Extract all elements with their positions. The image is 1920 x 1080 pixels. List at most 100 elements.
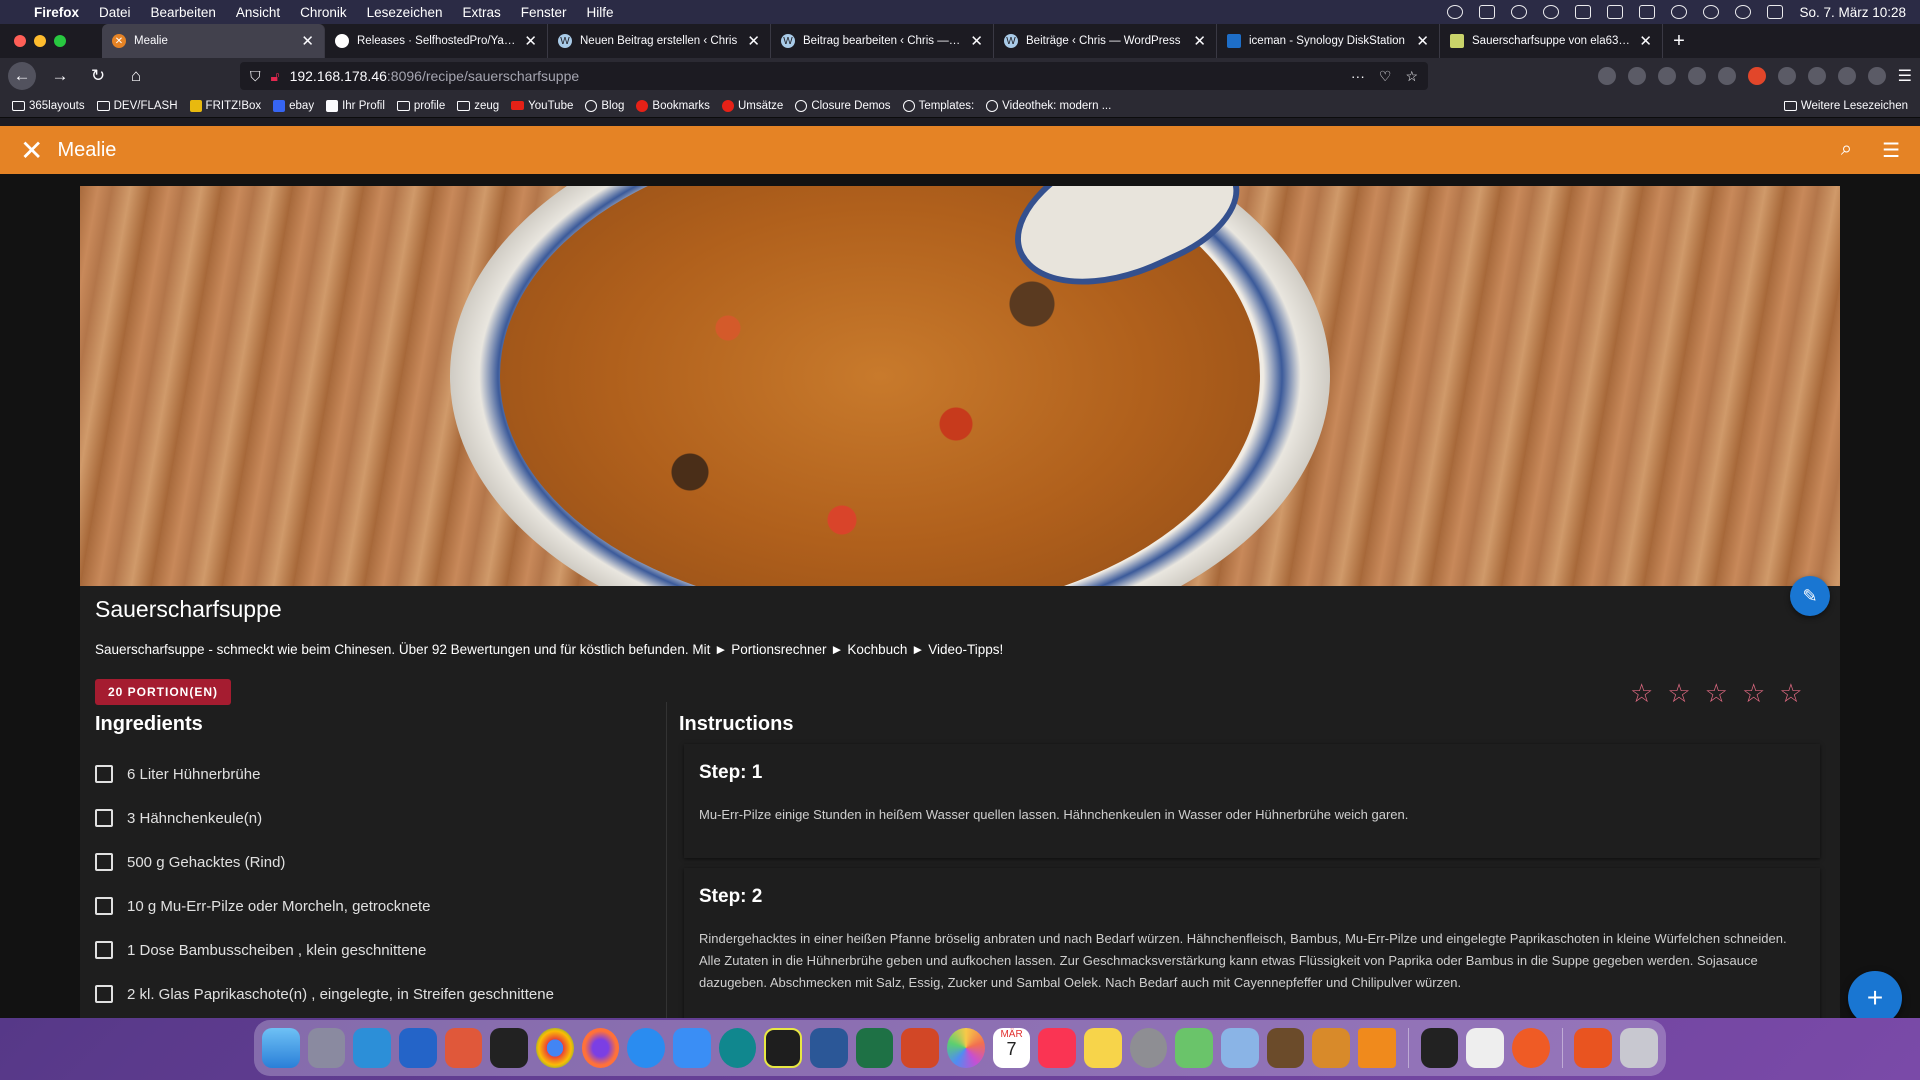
menu-chronik[interactable]: Chronik bbox=[300, 5, 347, 20]
globe-icon[interactable] bbox=[1447, 5, 1464, 19]
vlc-icon[interactable] bbox=[1357, 1028, 1396, 1068]
checkbox[interactable] bbox=[95, 809, 113, 827]
privacy-badger-icon[interactable] bbox=[1687, 67, 1706, 85]
checkbox[interactable] bbox=[95, 985, 113, 1003]
user-icon[interactable] bbox=[1703, 5, 1720, 19]
git-icon[interactable] bbox=[444, 1028, 483, 1068]
reload-button[interactable]: ↻ bbox=[84, 62, 112, 90]
system-preferences-icon[interactable] bbox=[1129, 1028, 1168, 1068]
page-actions-icon[interactable]: ··· bbox=[1351, 68, 1365, 85]
photos-icon[interactable] bbox=[947, 1028, 985, 1068]
checkbox[interactable] bbox=[95, 897, 113, 915]
edit-recipe-button[interactable]: ✎ bbox=[1790, 576, 1830, 616]
star-5-icon[interactable]: ☆ bbox=[1779, 678, 1802, 709]
menu-fenster[interactable]: Fenster bbox=[521, 5, 567, 20]
star-4-icon[interactable]: ☆ bbox=[1742, 678, 1765, 709]
control-center-icon[interactable] bbox=[1767, 5, 1784, 19]
mealie-logo-icon[interactable]: ✕ bbox=[20, 134, 43, 167]
search-icon[interactable]: ⌕ bbox=[1841, 138, 1852, 163]
tab-github-releases[interactable]: Releases · SelfhostedPro/Yacht ✕ bbox=[325, 24, 548, 58]
bookmark-templates[interactable]: Templates: bbox=[902, 99, 974, 112]
close-tab-icon[interactable]: ✕ bbox=[1193, 32, 1206, 50]
bookmark-videothek[interactable]: Videothek: modern ... bbox=[986, 99, 1111, 112]
close-tab-icon[interactable]: ✕ bbox=[524, 32, 537, 50]
bookmark-zeug[interactable]: zeug bbox=[457, 100, 499, 112]
forward-button[interactable]: → bbox=[46, 62, 74, 90]
bookmark-fritzbox[interactable]: FRITZ!Box bbox=[189, 99, 261, 112]
app-menu-icon[interactable]: ☰ bbox=[1898, 66, 1912, 86]
extensions-overflow-icon[interactable] bbox=[1867, 67, 1886, 85]
bookmark-profile[interactable]: profile bbox=[396, 100, 445, 112]
menu-ansicht[interactable]: Ansicht bbox=[236, 5, 280, 20]
bookmark-blog[interactable]: Blog bbox=[585, 99, 624, 112]
teamviewer-icon[interactable] bbox=[398, 1028, 437, 1068]
bookmark-ihr-profil[interactable]: Ihr Profil bbox=[326, 99, 385, 112]
tab-wordpress-edit[interactable]: W Beitrag bearbeiten ‹ Chris — W ✕ bbox=[771, 24, 994, 58]
menu-hilfe[interactable]: Hilfe bbox=[587, 5, 614, 20]
word-icon[interactable] bbox=[810, 1028, 848, 1068]
pycharm-icon[interactable] bbox=[764, 1028, 803, 1068]
star-1-icon[interactable]: ☆ bbox=[1630, 678, 1653, 709]
menubar-clock[interactable]: So. 7. März 10:28 bbox=[1799, 5, 1906, 20]
menu-extras[interactable]: Extras bbox=[462, 5, 500, 20]
add-recipe-button[interactable]: + bbox=[1848, 971, 1902, 1018]
bookmark-closure-demos[interactable]: Closure Demos bbox=[795, 99, 891, 112]
wifi-icon[interactable] bbox=[1671, 5, 1688, 19]
library-icon[interactable] bbox=[1597, 67, 1616, 85]
textedit-icon[interactable] bbox=[1466, 1028, 1504, 1068]
ubuntu-icon[interactable] bbox=[1574, 1028, 1613, 1068]
star-2-icon[interactable]: ☆ bbox=[1667, 678, 1690, 709]
insecure-lock-icon[interactable]: 🔓︎ bbox=[271, 68, 280, 85]
tab-chefkoch[interactable]: Sauerscharfsuppe von ela63 | C ✕ bbox=[1440, 24, 1663, 58]
trash-icon[interactable] bbox=[1620, 1028, 1658, 1068]
extension-grid-icon[interactable] bbox=[1837, 67, 1856, 85]
calibre-icon[interactable] bbox=[1266, 1028, 1305, 1068]
excel-icon[interactable] bbox=[855, 1028, 894, 1068]
bookmark-bookmarks[interactable]: Bookmarks bbox=[636, 99, 710, 112]
close-tab-icon[interactable]: ✕ bbox=[1639, 32, 1652, 50]
menu-lesezeichen[interactable]: Lesezeichen bbox=[367, 5, 443, 20]
back-button[interactable]: ← bbox=[8, 62, 36, 90]
adblock-icon[interactable] bbox=[1717, 67, 1736, 85]
extension-puzzle-icon[interactable] bbox=[1807, 67, 1826, 85]
ingredient-item[interactable]: 500 g Gehacktes (Rind) bbox=[95, 840, 554, 884]
tab-wordpress-posts[interactable]: W Beiträge ‹ Chris — WordPress ✕ bbox=[994, 24, 1217, 58]
close-tab-icon[interactable]: ✕ bbox=[1416, 32, 1429, 50]
close-tab-icon[interactable]: ✕ bbox=[301, 32, 314, 50]
bookmark-star-icon[interactable]: ☆ bbox=[1405, 68, 1418, 85]
sidebar-icon[interactable] bbox=[1627, 67, 1646, 85]
play-icon[interactable] bbox=[1543, 5, 1560, 19]
arduino-icon[interactable] bbox=[718, 1028, 757, 1068]
shield-icon[interactable]: ⛉ bbox=[250, 68, 261, 85]
star-3-icon[interactable]: ☆ bbox=[1705, 678, 1728, 709]
chrome-icon[interactable] bbox=[535, 1028, 574, 1068]
bookmark-youtube[interactable]: YouTube bbox=[511, 100, 573, 112]
bookmark-umsaetze[interactable]: Umsätze bbox=[721, 99, 783, 112]
close-window-button[interactable] bbox=[14, 35, 26, 47]
checkbox[interactable] bbox=[95, 853, 113, 871]
menu-bearbeiten[interactable]: Bearbeiten bbox=[151, 5, 216, 20]
menu-app-name[interactable]: Firefox bbox=[34, 5, 79, 20]
preview-icon[interactable] bbox=[1221, 1028, 1259, 1068]
ingredient-item[interactable]: 2 kl. Glas Paprikaschote(n) , eingelegte… bbox=[95, 972, 554, 1016]
postman-icon[interactable] bbox=[1511, 1028, 1550, 1068]
ingredient-item[interactable]: 6 Liter Hühnerbrühe bbox=[95, 752, 554, 796]
mail-icon[interactable] bbox=[672, 1028, 711, 1068]
notes-icon[interactable] bbox=[1084, 1028, 1122, 1068]
instruction-step[interactable]: Step: 1 Mu-Err-Pilze einige Stunden in h… bbox=[684, 744, 1820, 858]
tab-synology[interactable]: iceman - Synology DiskStation ✕ bbox=[1217, 24, 1440, 58]
instruction-step[interactable]: Step: 2 Rindergehacktes in einer heißen … bbox=[684, 868, 1820, 1018]
bookmark-ebay[interactable]: ebay bbox=[273, 99, 314, 112]
firefox-icon[interactable] bbox=[581, 1028, 620, 1068]
launchpad-icon[interactable] bbox=[307, 1028, 346, 1068]
checkbox[interactable] bbox=[95, 765, 113, 783]
terminal-icon[interactable] bbox=[1420, 1028, 1459, 1068]
ingredient-item[interactable]: 3 Hähnchenkeule(n) bbox=[95, 796, 554, 840]
safari-icon[interactable] bbox=[627, 1028, 665, 1068]
volume-icon[interactable] bbox=[1575, 5, 1592, 19]
zoom-window-button[interactable] bbox=[54, 35, 66, 47]
bookmark-dev-flash[interactable]: DEV/FLASH bbox=[96, 100, 178, 112]
books-icon[interactable] bbox=[1312, 1028, 1350, 1068]
spotlight-icon[interactable] bbox=[1735, 5, 1752, 19]
pocket-icon[interactable]: ♡ bbox=[1379, 68, 1392, 85]
